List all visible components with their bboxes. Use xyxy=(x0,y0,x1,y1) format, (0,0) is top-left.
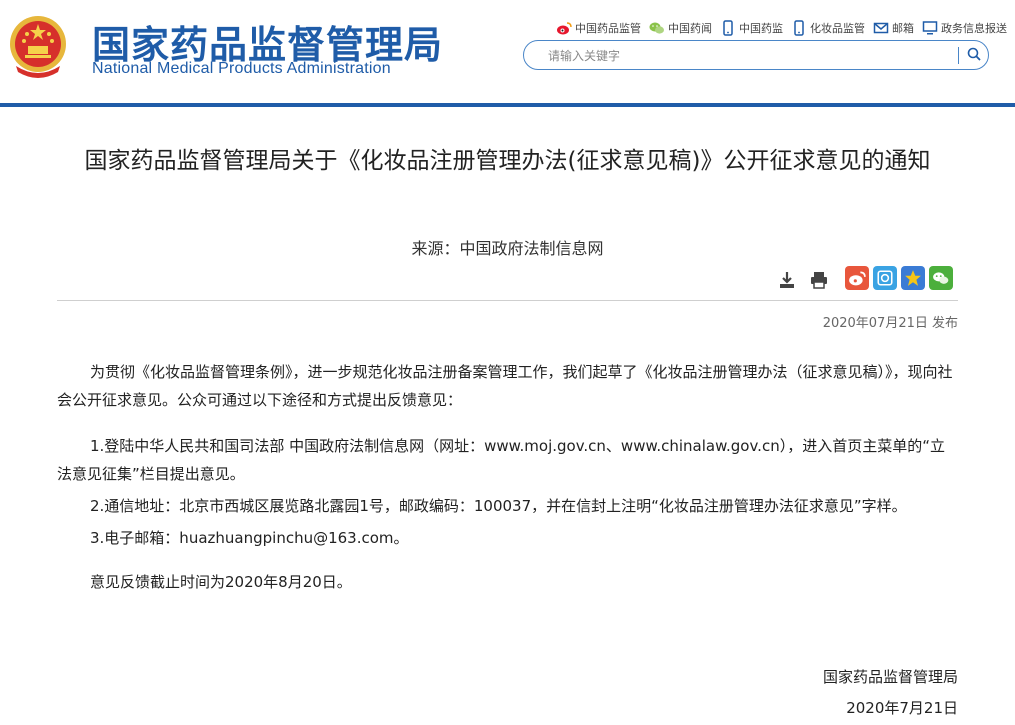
share-wechat-button[interactable] xyxy=(929,266,953,290)
share-bar xyxy=(845,266,953,290)
paragraph-item-2: 2.通信地址：北京市西城区展览路北露园1号，邮政编码：100037，并在信封上注… xyxy=(90,497,907,515)
top-links: 中国药品监管 中国药闻 中国药监 化妆品监管 邮箱 政务信息报送 xyxy=(556,20,1007,36)
share-qzone-button[interactable] xyxy=(873,266,897,290)
toplink-label: 政务信息报送 xyxy=(941,22,1007,35)
share-star-button[interactable] xyxy=(901,266,925,290)
article-tools xyxy=(775,268,831,292)
publish-date: 2020年07月21日 发布 xyxy=(822,316,958,331)
toplink-mobile-cosmetics[interactable]: 化妆品监管 xyxy=(791,20,865,36)
print-button[interactable] xyxy=(807,268,831,292)
qq-zone-share-icon xyxy=(877,270,893,286)
toplink-wechat[interactable]: 中国药闻 xyxy=(649,20,712,36)
toplink-label: 中国药闻 xyxy=(668,22,712,35)
site-title-en[interactable]: National Medical Products Administration xyxy=(92,60,391,78)
mobile-icon xyxy=(723,20,733,36)
toplink-weibo[interactable]: 中国药品监管 xyxy=(556,20,641,36)
mail-icon xyxy=(873,22,889,34)
monitor-icon xyxy=(922,21,938,35)
toplink-mail[interactable]: 邮箱 xyxy=(873,20,914,36)
paragraph-intro: 为贯彻《化妆品监督管理条例》，进一步规范化妆品注册备案管理工作，我们起草了《化妆… xyxy=(57,363,953,409)
toplink-label: 中国药品监管 xyxy=(575,22,641,35)
print-icon xyxy=(811,272,827,289)
toplink-mobile-nmpa[interactable]: 中国药监 xyxy=(720,20,783,36)
article-body: 为贯彻《化妆品监督管理条例》，进一步规范化妆品注册备案管理工作，我们起草了《化妆… xyxy=(57,358,958,596)
paragraph-deadline: 意见反馈截止时间为2020年8月20日。 xyxy=(90,573,352,591)
download-icon xyxy=(780,272,794,288)
wechat-share-icon xyxy=(933,272,949,284)
toplink-label: 邮箱 xyxy=(892,22,914,35)
search-input[interactable] xyxy=(546,46,930,66)
article-source: 来源：中国政府法制信息网 xyxy=(411,239,604,258)
signature-org: 国家药品监督管理局 xyxy=(822,668,958,686)
weibo-share-icon xyxy=(849,271,866,286)
search-divider xyxy=(958,47,959,64)
search-icon[interactable] xyxy=(966,46,982,62)
site-header: 国家药品监督管理局 National Medical Products Admi… xyxy=(0,0,1015,104)
toplink-gov-info[interactable]: 政务信息报送 xyxy=(922,20,1007,36)
header-divider-bar xyxy=(0,103,1015,107)
toplink-label: 中国药监 xyxy=(739,22,783,35)
paragraph-item-3: 3.电子邮箱：huazhuangpinchu@163.com。 xyxy=(90,529,409,547)
toplink-label: 化妆品监管 xyxy=(810,22,865,35)
share-weibo-button[interactable] xyxy=(845,266,869,290)
national-emblem-icon[interactable] xyxy=(8,14,68,78)
weibo-icon xyxy=(557,22,572,35)
download-button[interactable] xyxy=(775,268,799,292)
paragraph-item-1: 1.登陆中华人民共和国司法部 中国政府法制信息网（网址：www.moj.gov.… xyxy=(57,437,945,483)
mobile-icon xyxy=(794,20,804,36)
wechat-icon xyxy=(649,22,664,34)
search-box xyxy=(523,40,989,70)
article-title: 国家药品监督管理局关于《化妆品注册管理办法(征求意见稿)》公开征求意见的通知 xyxy=(84,148,931,174)
signature-date: 2020年7月21日 xyxy=(846,699,958,717)
title-divider xyxy=(57,300,958,301)
star-share-icon xyxy=(905,270,921,286)
